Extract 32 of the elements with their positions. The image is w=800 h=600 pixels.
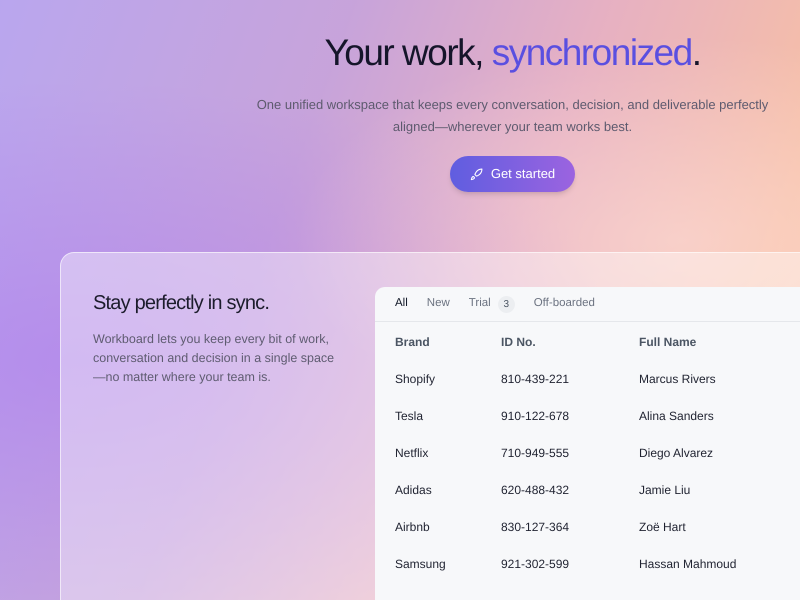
table-cell: 620-488-432 (501, 471, 639, 508)
table-cell-text: Adidas (394, 482, 433, 498)
feature-description: Workboard lets you keep every bit of work, conversation and decision in a single space—no matter where your team is. (93, 331, 336, 386)
filter-tab[interactable]: Off-boarded (534, 295, 595, 313)
table-cell-text: Marcus Rivers (639, 370, 717, 388)
table-cell-text: 710-949-555 (501, 444, 570, 462)
table-cell-text: 921-302-599 (501, 556, 570, 572)
table-cell-text: 810-439-221 (501, 370, 570, 388)
filter-tab[interactable]: All (395, 295, 408, 313)
table-cell-text: Shopify (394, 370, 436, 388)
table-cell-text: Diego Alvarez (639, 444, 714, 462)
hero-subtitle: One unified workspace that keeps every conversation, decision, and deliverable perfectly aligned—wherever your team works best. (256, 96, 770, 136)
hero-title: Your work, synchronized. (324, 31, 700, 75)
count-badge: 3 (498, 296, 515, 312)
rocket-icon (470, 168, 483, 180)
column-header: Full Name (639, 334, 698, 351)
table-cell-text: Alina Sanders (639, 408, 715, 424)
filter-tab[interactable]: New (426, 295, 450, 313)
table-cell-text: Netflix (394, 444, 430, 462)
table-cell-text: Hassan Mahmoud (639, 556, 738, 572)
table-cell-text: Jamie Liu (639, 482, 692, 498)
column-header: ID No. (501, 334, 537, 351)
get-started-button[interactable]: Get started (450, 156, 576, 192)
table-cell-text: Zoë Hart (639, 518, 687, 536)
table-cell-text: Airbnb (394, 518, 431, 536)
table-cell: 910-122-678 (501, 397, 639, 434)
table-cell-text: Tesla (394, 408, 424, 424)
filter-tab[interactable]: Trial 3 (468, 295, 515, 313)
feature-heading: Stay perfectly in sync. (93, 291, 270, 316)
column-header: Brand (394, 334, 431, 351)
table-cell-text: Samsung (394, 556, 447, 572)
table-cell: 830-127-364 (501, 508, 639, 545)
